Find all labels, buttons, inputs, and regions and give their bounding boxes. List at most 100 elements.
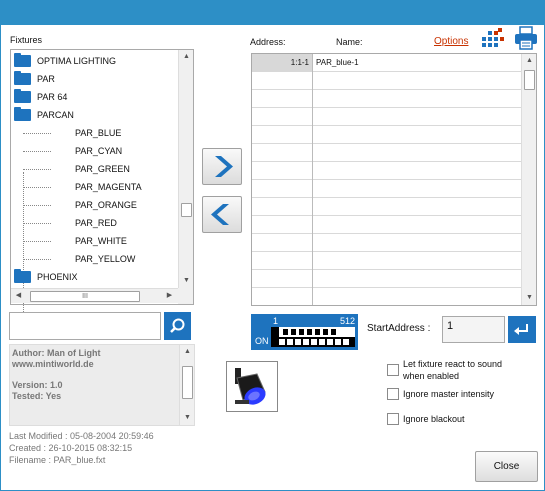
- tree-folder-par[interactable]: PAR: [11, 70, 179, 88]
- tree-item-par-cyan[interactable]: PAR_CYAN: [11, 142, 179, 160]
- printer-icon[interactable]: [514, 26, 538, 50]
- scroll-left-arrow-icon[interactable]: ◀: [11, 289, 26, 303]
- table-row[interactable]: [252, 288, 522, 305]
- table-row[interactable]: [252, 162, 522, 180]
- title-bar[interactable]: [1, 1, 544, 25]
- dmx-range-end: 512: [339, 316, 355, 326]
- tree-vertical-scrollbar[interactable]: ▲ ▼: [178, 50, 193, 288]
- scroll-thumb[interactable]: III: [30, 291, 140, 302]
- table-row[interactable]: [252, 90, 522, 108]
- tree-item-label: PARCAN: [37, 110, 74, 120]
- tree-item-par-orange[interactable]: PAR_ORANGE: [11, 196, 179, 214]
- tree-horizontal-scrollbar[interactable]: ◀ III ▶: [11, 288, 178, 303]
- name-cell[interactable]: [314, 216, 522, 234]
- tree-item-par-magenta[interactable]: PAR_MAGENTA: [11, 178, 179, 196]
- add-fixture-button[interactable]: [202, 148, 242, 185]
- table-row[interactable]: [252, 126, 522, 144]
- name-cell[interactable]: [314, 252, 522, 270]
- address-cell[interactable]: [252, 198, 313, 216]
- search-input[interactable]: [9, 312, 161, 340]
- fixture-version: Version: 1.0: [12, 380, 63, 390]
- scroll-thumb[interactable]: [182, 366, 193, 399]
- tree-folder-phoenix[interactable]: PHOENIX: [11, 268, 179, 286]
- table-row[interactable]: [252, 144, 522, 162]
- tree-folder-optima-lighting[interactable]: OPTIMA LIGHTING: [11, 52, 179, 70]
- address-cell[interactable]: [252, 252, 313, 270]
- name-cell[interactable]: [314, 72, 522, 90]
- name-cell[interactable]: [314, 144, 522, 162]
- address-cell[interactable]: [252, 72, 313, 90]
- tree-item-par-red[interactable]: PAR_RED: [11, 214, 179, 232]
- table-row[interactable]: [252, 252, 522, 270]
- name-cell[interactable]: [314, 180, 522, 198]
- remove-fixture-button[interactable]: [202, 196, 242, 233]
- tree-item-par-green[interactable]: PAR_GREEN: [11, 160, 179, 178]
- tree-folder-par-64[interactable]: PAR 64: [11, 88, 179, 106]
- name-cell[interactable]: [314, 162, 522, 180]
- scroll-thumb[interactable]: [524, 70, 535, 90]
- close-button[interactable]: Close: [475, 451, 538, 482]
- address-cell[interactable]: [252, 162, 313, 180]
- patch-grid-icon[interactable]: [482, 28, 506, 48]
- table-row[interactable]: [252, 270, 522, 288]
- address-cell[interactable]: [252, 126, 313, 144]
- address-cell[interactable]: [252, 270, 313, 288]
- tree-item-par-white[interactable]: PAR_WHITE: [11, 232, 179, 250]
- table-row[interactable]: 1:1-1 PAR_blue-1: [252, 54, 522, 72]
- ignore-master-intensity-label: Ignore master intensity: [403, 389, 495, 399]
- apply-start-address-button[interactable]: [508, 316, 536, 343]
- ignore-blackout-checkbox[interactable]: [387, 413, 399, 425]
- tree-folder-parcan[interactable]: PARCAN: [11, 106, 179, 124]
- fixture-tested: Tested: Yes: [12, 391, 62, 401]
- tree-item-par-blue[interactable]: PAR_BLUE: [11, 124, 179, 142]
- scroll-down-arrow-icon[interactable]: ▼: [179, 274, 194, 288]
- chevron-right-icon: [215, 156, 233, 177]
- scroll-down-arrow-icon[interactable]: ▼: [522, 291, 536, 305]
- name-cell[interactable]: [314, 126, 522, 144]
- table-row[interactable]: [252, 72, 522, 90]
- scroll-right-arrow-icon[interactable]: ▶: [162, 289, 177, 303]
- start-address-label: StartAddress :: [367, 323, 431, 334]
- address-cell[interactable]: 1:1-1: [252, 54, 313, 72]
- tree-item-label: PAR_BLUE: [75, 128, 122, 138]
- address-cell[interactable]: [252, 216, 313, 234]
- name-cell[interactable]: [314, 108, 522, 126]
- table-row[interactable]: [252, 180, 522, 198]
- options-link[interactable]: Options: [434, 36, 468, 47]
- address-cell[interactable]: [252, 288, 313, 305]
- tree-item-par-yellow[interactable]: PAR_YELLOW: [11, 250, 179, 268]
- name-cell[interactable]: [314, 288, 522, 305]
- address-cell[interactable]: [252, 180, 313, 198]
- table-row[interactable]: [252, 108, 522, 126]
- name-cell[interactable]: [314, 90, 522, 108]
- name-cell[interactable]: PAR_blue-1: [314, 54, 522, 72]
- table-row[interactable]: [252, 234, 522, 252]
- address-cell[interactable]: [252, 108, 313, 126]
- scroll-thumb[interactable]: [181, 203, 192, 217]
- fixture-website: www.mintiworld.de: [12, 359, 94, 369]
- tree-item-label: PAR_GREEN: [75, 164, 130, 174]
- chevron-left-icon: [211, 204, 229, 225]
- address-cell[interactable]: [252, 144, 313, 162]
- scroll-up-arrow-icon[interactable]: ▲: [180, 345, 195, 359]
- fixtures-tree[interactable]: OPTIMA LIGHTING PAR PAR 64 PARCAN PAR_BL…: [10, 49, 194, 316]
- name-cell[interactable]: [314, 198, 522, 216]
- tree-item-label: OPTIMA LIGHTING: [37, 56, 117, 66]
- patch-grid-scrollbar[interactable]: ▲ ▼: [521, 54, 536, 305]
- scroll-down-arrow-icon[interactable]: ▼: [180, 411, 195, 425]
- info-scrollbar[interactable]: ▲ ▼: [179, 345, 194, 425]
- address-cell[interactable]: [252, 234, 313, 252]
- patch-grid[interactable]: 1:1-1 PAR_blue-1 ▲ ▼: [251, 53, 537, 306]
- table-row[interactable]: [252, 198, 522, 216]
- search-button[interactable]: [164, 312, 191, 340]
- react-to-sound-label-1: Let fixture react to sound: [403, 359, 503, 369]
- name-cell[interactable]: [314, 234, 522, 252]
- scroll-up-arrow-icon[interactable]: ▲: [179, 50, 194, 64]
- name-cell[interactable]: [314, 270, 522, 288]
- ignore-master-intensity-checkbox[interactable]: [387, 388, 399, 400]
- address-cell[interactable]: [252, 90, 313, 108]
- start-address-input[interactable]: 1: [442, 316, 505, 343]
- table-row[interactable]: [252, 216, 522, 234]
- scroll-up-arrow-icon[interactable]: ▲: [522, 54, 536, 68]
- react-to-sound-checkbox[interactable]: [387, 364, 399, 376]
